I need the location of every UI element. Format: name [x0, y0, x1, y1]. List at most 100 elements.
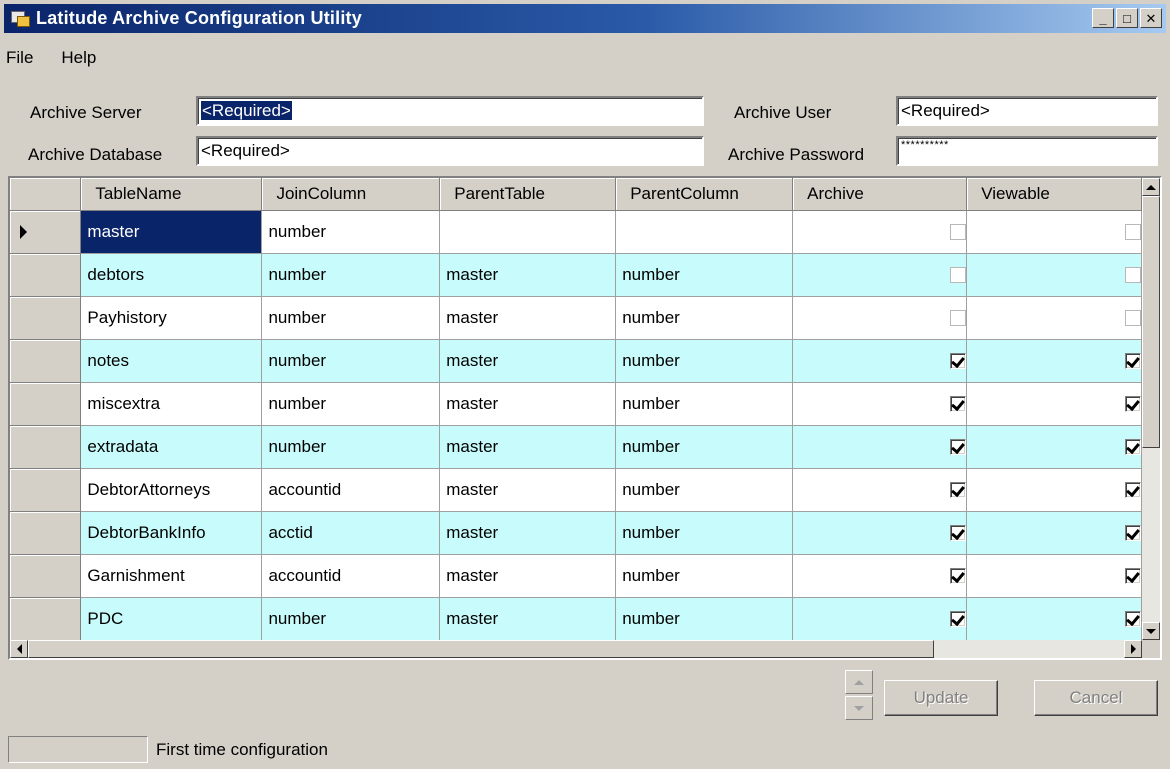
cell-joincolumn[interactable]: number — [261, 339, 441, 383]
menu-help[interactable]: Help — [59, 48, 112, 72]
row-header[interactable] — [10, 511, 82, 555]
row-header[interactable] — [10, 253, 82, 297]
table-row[interactable]: extradata number master number — [10, 425, 1142, 469]
viewable-checkbox[interactable] — [1125, 439, 1141, 456]
viewable-checkbox[interactable] — [1125, 353, 1141, 370]
header-corner[interactable] — [10, 178, 82, 211]
cell-parenttable[interactable]: master — [439, 382, 617, 426]
cell-tablename[interactable]: miscextra — [80, 382, 263, 426]
archive-checkbox[interactable] — [950, 267, 966, 284]
table-row[interactable]: master number — [10, 210, 1142, 254]
viewable-checkbox[interactable] — [1125, 525, 1141, 542]
cell-joincolumn[interactable]: number — [261, 210, 441, 254]
viewable-checkbox[interactable] — [1125, 267, 1141, 284]
spin-down-button[interactable] — [845, 696, 873, 720]
cell-parentcolumn[interactable]: number — [615, 253, 794, 297]
cell-tablename[interactable]: debtors — [80, 253, 263, 297]
archive-user-input[interactable]: <Required> — [896, 96, 1158, 126]
row-header[interactable] — [10, 382, 82, 426]
cell-parentcolumn[interactable]: number — [615, 339, 794, 383]
cell-tablename[interactable]: master — [80, 210, 263, 254]
cell-tablename[interactable]: PDC — [80, 597, 263, 640]
scroll-down-button[interactable] — [1142, 622, 1160, 640]
title-bar[interactable]: Latitude Archive Configuration Utility _… — [4, 4, 1166, 33]
cell-joincolumn[interactable]: accountid — [261, 468, 441, 512]
row-header[interactable] — [10, 468, 82, 512]
menu-file[interactable]: File — [4, 48, 49, 72]
cell-tablename[interactable]: DebtorBankInfo — [80, 511, 263, 555]
column-header-joincolumn[interactable]: JoinColumn — [261, 178, 441, 211]
column-header-archive[interactable]: Archive — [792, 178, 968, 211]
cell-joincolumn[interactable]: number — [261, 253, 441, 297]
viewable-checkbox[interactable] — [1125, 482, 1141, 499]
cell-tablename[interactable]: notes — [80, 339, 263, 383]
archive-checkbox[interactable] — [950, 525, 966, 542]
column-header-tablename[interactable]: TableName — [80, 178, 263, 211]
cell-tablename[interactable]: extradata — [80, 425, 263, 469]
viewable-checkbox[interactable] — [1125, 310, 1141, 327]
table-row[interactable]: miscextra number master number — [10, 382, 1142, 426]
spin-up-button[interactable] — [845, 670, 873, 694]
table-row[interactable]: debtors number master number — [10, 253, 1142, 297]
archive-checkbox[interactable] — [950, 568, 966, 585]
archive-checkbox[interactable] — [950, 611, 966, 628]
horizontal-scrollbar[interactable] — [10, 640, 1142, 658]
row-header[interactable] — [10, 554, 82, 598]
cell-parenttable[interactable]: master — [439, 425, 617, 469]
archive-checkbox[interactable] — [950, 310, 966, 327]
archive-password-input[interactable]: ********** — [896, 136, 1158, 166]
cell-parenttable[interactable]: master — [439, 554, 617, 598]
archive-server-input[interactable]: <Required> — [196, 96, 704, 126]
row-header[interactable] — [10, 296, 82, 340]
cancel-button[interactable]: Cancel — [1034, 680, 1158, 716]
viewable-checkbox[interactable] — [1125, 611, 1141, 628]
cell-joincolumn[interactable]: number — [261, 296, 441, 340]
archive-checkbox[interactable] — [950, 439, 966, 456]
column-header-parentcolumn[interactable]: ParentColumn — [615, 178, 794, 211]
vertical-scroll-thumb[interactable] — [1142, 196, 1160, 448]
cell-parenttable[interactable]: master — [439, 339, 617, 383]
cell-parentcolumn[interactable]: number — [615, 468, 794, 512]
row-header[interactable] — [10, 210, 82, 254]
cell-joincolumn[interactable]: number — [261, 425, 441, 469]
cell-parentcolumn[interactable]: number — [615, 597, 794, 640]
archive-checkbox[interactable] — [950, 482, 966, 499]
viewable-checkbox[interactable] — [1125, 396, 1141, 413]
minimize-button[interactable]: _ — [1092, 8, 1114, 28]
archive-checkbox[interactable] — [950, 224, 966, 241]
archive-checkbox[interactable] — [950, 396, 966, 413]
column-header-parenttable[interactable]: ParentTable — [439, 178, 617, 211]
row-header[interactable] — [10, 339, 82, 383]
scroll-right-button[interactable] — [1124, 640, 1142, 658]
table-row[interactable]: DebtorAttorneys accountid master number — [10, 468, 1142, 512]
update-button[interactable]: Update — [884, 680, 998, 716]
viewable-checkbox[interactable] — [1125, 568, 1141, 585]
table-row[interactable]: Payhistory number master number — [10, 296, 1142, 340]
table-row[interactable]: PDC number master number — [10, 597, 1142, 640]
viewable-checkbox[interactable] — [1125, 224, 1141, 241]
table-row[interactable]: Garnishment accountid master number — [10, 554, 1142, 598]
cell-parentcolumn[interactable]: number — [615, 554, 794, 598]
table-row[interactable]: DebtorBankInfo acctid master number — [10, 511, 1142, 555]
row-header[interactable] — [10, 597, 82, 640]
cell-parenttable[interactable]: master — [439, 597, 617, 640]
scroll-left-button[interactable] — [10, 640, 28, 658]
spin-control[interactable] — [845, 670, 873, 720]
cell-tablename[interactable]: Payhistory — [80, 296, 263, 340]
cell-joincolumn[interactable]: accountid — [261, 554, 441, 598]
cell-parentcolumn[interactable] — [615, 210, 794, 254]
table-row[interactable]: notes number master number — [10, 339, 1142, 383]
cell-parenttable[interactable]: master — [439, 253, 617, 297]
cell-parentcolumn[interactable]: number — [615, 511, 794, 555]
archive-database-input[interactable]: <Required> — [196, 136, 704, 166]
cell-parentcolumn[interactable]: number — [615, 296, 794, 340]
cell-parenttable[interactable]: master — [439, 511, 617, 555]
scroll-up-button[interactable] — [1142, 178, 1160, 196]
cell-joincolumn[interactable]: number — [261, 597, 441, 640]
cell-joincolumn[interactable]: number — [261, 382, 441, 426]
cell-tablename[interactable]: Garnishment — [80, 554, 263, 598]
column-header-viewable[interactable]: Viewable — [966, 178, 1142, 211]
cell-parenttable[interactable] — [439, 210, 617, 254]
cell-parenttable[interactable]: master — [439, 468, 617, 512]
cell-tablename[interactable]: DebtorAttorneys — [80, 468, 263, 512]
